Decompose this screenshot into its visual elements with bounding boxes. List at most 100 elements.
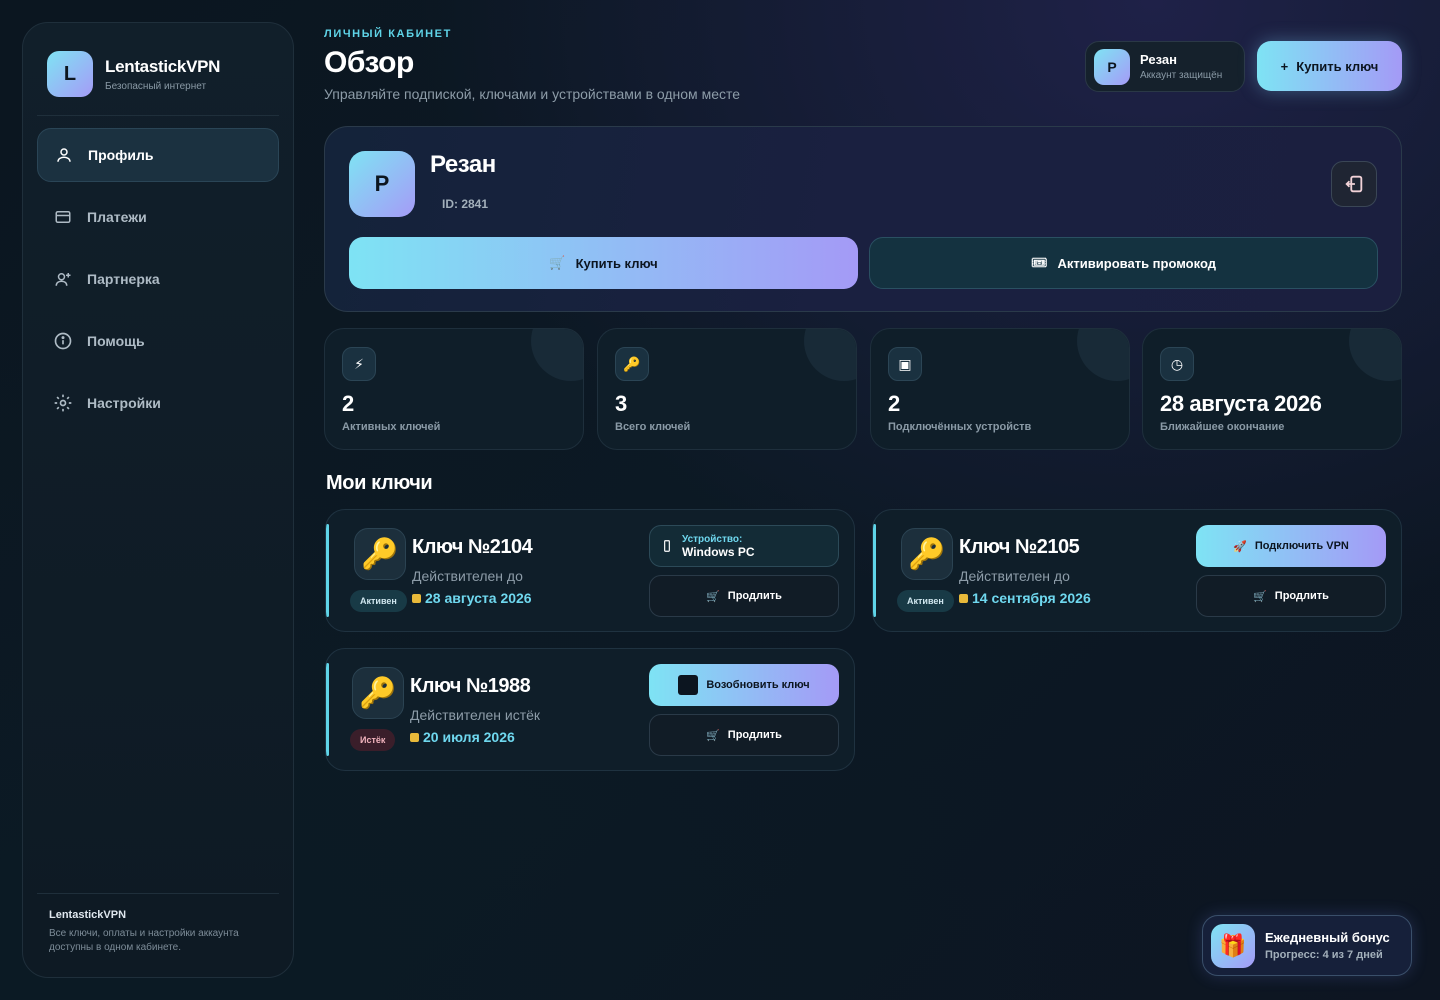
- stat-label: Подключённых устройств: [888, 421, 1032, 433]
- sidebar-item-help[interactable]: Помощь: [37, 314, 279, 368]
- key-accent-bar: [326, 663, 329, 756]
- key-icon: 🔑: [352, 667, 404, 719]
- keys-section-title: Мои ключи: [326, 472, 433, 494]
- logout-button[interactable]: [1331, 161, 1377, 207]
- key-valid-text: Действителен до: [412, 568, 523, 584]
- sidebar-item-label: Профиль: [88, 147, 154, 163]
- stat-value: 2: [342, 391, 354, 416]
- status-badge: Активен: [350, 590, 407, 612]
- bonus-title: Ежедневный бонус: [1265, 930, 1390, 945]
- sidebar-item-label: Партнерка: [87, 271, 160, 287]
- sidebar-divider: [37, 115, 279, 116]
- status-badge: Активен: [897, 590, 954, 612]
- key-accent-bar: [873, 524, 876, 617]
- device-info[interactable]: Устройство: Windows PC: [649, 525, 839, 567]
- sidebar-nav: Профиль Платежи Партнерка Помощь Настрой…: [37, 128, 279, 438]
- user-chip[interactable]: Р Резан Аккаунт защищён: [1085, 41, 1245, 92]
- extend-label: Продлить: [727, 590, 782, 602]
- key-card: 🔑 Активен Ключ №2105 Действителен до 14 …: [872, 509, 1402, 632]
- extend-button[interactable]: 🛒 Продлить: [1196, 575, 1386, 617]
- sidebar-item-label: Помощь: [87, 333, 145, 349]
- brand[interactable]: L LentastickVPN Безопасный интернет: [47, 51, 220, 97]
- ticket-icon: 🎟: [1031, 255, 1048, 270]
- key-valid-text: Действителен истёк: [410, 707, 541, 723]
- avatar: Р: [1094, 48, 1130, 85]
- key-name: Ключ №2104: [412, 536, 533, 558]
- user-name: Резан: [1140, 52, 1177, 67]
- stat-card-devices: ▣ 2 Подключённых устройств: [870, 328, 1130, 450]
- renew-key-label: Возобновить ключ: [706, 679, 810, 691]
- stat-decoration: [1077, 329, 1129, 381]
- key-date-row: 14 сентября 2026: [959, 590, 1091, 606]
- extend-button[interactable]: 🛒 Продлить: [649, 714, 839, 756]
- clock-icon: ◷: [1160, 347, 1194, 381]
- key-valid-text: Действителен до: [959, 568, 1070, 584]
- cart-icon: 🛒: [706, 590, 720, 603]
- activate-promo-button[interactable]: 🎟 Активировать промокод: [869, 237, 1378, 289]
- sidebar-footer-title: LentastickVPN: [49, 909, 127, 921]
- sidebar: L LentastickVPN Безопасный интернет Проф…: [22, 22, 294, 978]
- sidebar-item-payments[interactable]: Платежи: [37, 190, 279, 244]
- device-icon: ▣: [888, 347, 922, 381]
- bonus-progress: Прогресс: 4 из 7 дней: [1265, 949, 1383, 961]
- sidebar-item-settings[interactable]: Настройки: [37, 376, 279, 430]
- extend-label: Продлить: [727, 729, 782, 741]
- sidebar-item-label: Платежи: [87, 209, 147, 225]
- lightning-icon: ⚡: [342, 347, 376, 381]
- cart-icon: 🛒: [706, 729, 720, 742]
- cart-icon: 🛒: [1253, 590, 1267, 603]
- activate-promo-label: Активировать промокод: [1057, 255, 1216, 271]
- key-date: 14 сентября 2026: [972, 590, 1091, 606]
- stat-decoration: [1349, 329, 1401, 381]
- sidebar-item-profile[interactable]: Профиль: [37, 128, 279, 182]
- sidebar-footer: LentastickVPN Все ключи, оплаты и настро…: [49, 909, 267, 955]
- extend-button[interactable]: 🛒 Продлить: [649, 575, 839, 617]
- profile-buy-key-button[interactable]: 🛒 Купить ключ: [349, 237, 858, 289]
- key-date: 28 августа 2026: [425, 590, 532, 606]
- refresh-icon: [678, 675, 699, 695]
- key-date-row: 20 июля 2026: [410, 729, 515, 745]
- device-value: Windows PC: [682, 545, 755, 559]
- key-icon: 🔑: [615, 347, 649, 381]
- extend-label: Продлить: [1274, 590, 1329, 602]
- user-icon: [54, 145, 74, 165]
- stat-value: 2: [888, 391, 900, 416]
- buy-key-label: Купить ключ: [1296, 58, 1379, 74]
- connect-vpn-button[interactable]: 🚀 Подключить VPN: [1196, 525, 1386, 567]
- calendar-icon: [410, 732, 419, 742]
- cart-icon: 🛒: [549, 255, 566, 270]
- connect-vpn-label: Подключить VPN: [1254, 540, 1349, 552]
- renew-key-button[interactable]: Возобновить ключ: [649, 664, 839, 706]
- sidebar-divider: [37, 893, 279, 894]
- info-icon: [53, 331, 73, 351]
- calendar-icon: [412, 593, 421, 603]
- page-header: ЛИЧНЫЙ КАБИНЕТ Обзор Управляйте подписко…: [324, 28, 740, 102]
- stat-decoration: [804, 329, 856, 381]
- gear-icon: [53, 393, 73, 413]
- stat-card-nearest-expiry: ◷ 28 августа 2026 Ближайшее окончание: [1142, 328, 1402, 450]
- page-eyebrow: ЛИЧНЫЙ КАБИНЕТ: [324, 28, 452, 40]
- gift-icon: 🎁: [1211, 923, 1255, 968]
- stat-card-active-keys: ⚡ 2 Активных ключей: [324, 328, 584, 450]
- key-date-row: 28 августа 2026: [412, 590, 532, 606]
- stat-value: 3: [615, 391, 627, 416]
- profile-id: ID: 2841: [442, 197, 489, 211]
- sidebar-item-partner[interactable]: Партнерка: [37, 252, 279, 306]
- page-subtitle: Управляйте подпиской, ключами и устройст…: [324, 86, 741, 102]
- page-title: Обзор: [324, 46, 414, 79]
- brand-tagline: Безопасный интернет: [105, 80, 207, 92]
- stat-decoration: [531, 329, 583, 381]
- key-name: Ключ №1988: [410, 675, 531, 697]
- buy-key-button[interactable]: + Купить ключ: [1257, 41, 1402, 91]
- daily-bonus-widget[interactable]: 🎁 Ежедневный бонус Прогресс: 4 из 7 дней: [1202, 915, 1412, 976]
- stat-label: Ближайшее окончание: [1160, 421, 1285, 433]
- key-card: 🔑 Активен Ключ №2104 Действителен до 28 …: [325, 509, 855, 632]
- key-icon: 🔑: [354, 528, 406, 580]
- sidebar-item-label: Настройки: [87, 395, 161, 411]
- status-badge: Истёк: [350, 729, 396, 751]
- profile-name: Резан: [430, 151, 496, 178]
- brand-name: LentastickVPN: [105, 56, 221, 76]
- users-plus-icon: [53, 269, 73, 289]
- key-icon: 🔑: [901, 528, 953, 580]
- stat-value: 28 августа 2026: [1160, 391, 1322, 416]
